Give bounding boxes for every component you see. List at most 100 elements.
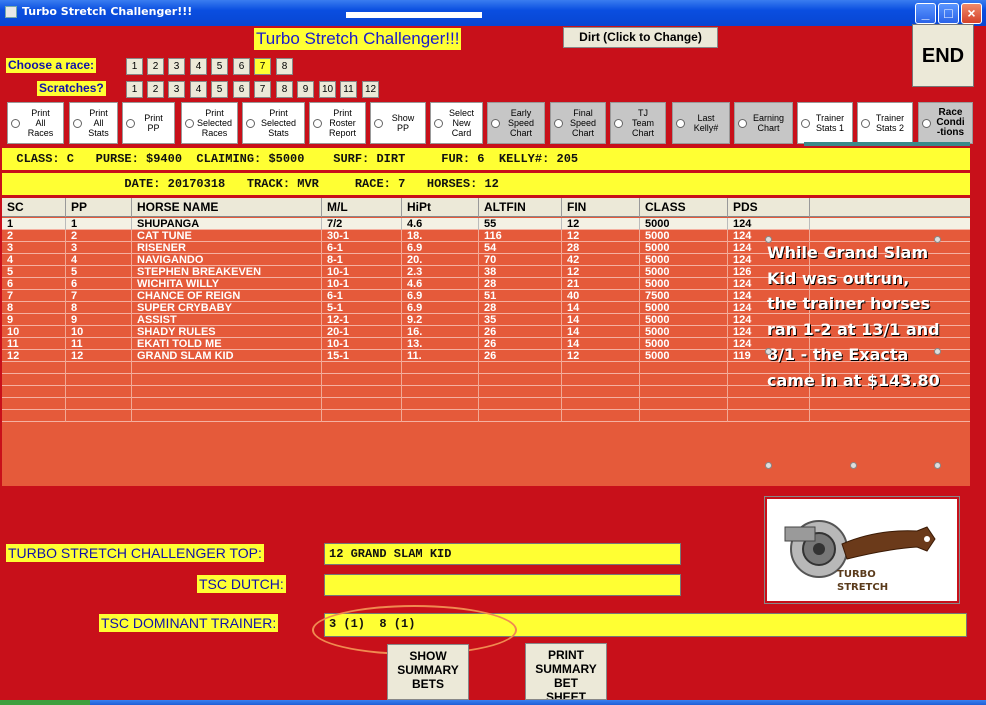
- resize-handle[interactable]: [765, 236, 772, 243]
- option-print-selected-races[interactable]: Print Selected Races: [181, 102, 238, 144]
- scratch-button-4[interactable]: 4: [190, 81, 207, 98]
- app-heading: Turbo Stretch Challenger!!!: [254, 28, 462, 50]
- end-button[interactable]: END: [912, 24, 974, 87]
- radio-icon[interactable]: [11, 119, 20, 128]
- table-cell-m-l: 15-1: [322, 350, 402, 362]
- resize-handle[interactable]: [934, 462, 941, 469]
- radio-icon[interactable]: [313, 119, 322, 128]
- table-cell-sc: 7: [2, 290, 66, 302]
- resize-handle[interactable]: [850, 462, 857, 469]
- race-button-4[interactable]: 4: [190, 58, 207, 75]
- table-cell-altfin: 35: [479, 314, 562, 326]
- race-button-8[interactable]: 8: [276, 58, 293, 75]
- scratch-button-8[interactable]: 8: [276, 81, 293, 98]
- scratch-button-5[interactable]: 5: [211, 81, 228, 98]
- scratch-button-3[interactable]: 3: [168, 81, 185, 98]
- option-race-condi-tions[interactable]: Race Condi -tions: [918, 102, 973, 144]
- close-icon[interactable]: ×: [961, 3, 982, 24]
- option-label: Final Speed Chart: [569, 108, 597, 138]
- table-cell-altfin: 55: [479, 218, 562, 230]
- radio-icon[interactable]: [554, 119, 563, 128]
- race-button-6[interactable]: 6: [233, 58, 250, 75]
- table-cell-fin: 12: [562, 218, 640, 230]
- race-button-2[interactable]: 2: [147, 58, 164, 75]
- table-cell-pp: 5: [66, 266, 132, 278]
- show-summary-bets-button[interactable]: SHOW SUMMARY BETS: [387, 644, 469, 700]
- option-select-new-card[interactable]: Select New Card: [430, 102, 483, 144]
- scratch-button-1[interactable]: 1: [126, 81, 143, 98]
- radio-icon[interactable]: [614, 119, 623, 128]
- option-earning-chart[interactable]: Earning Chart: [734, 102, 793, 144]
- race-button-1[interactable]: 1: [126, 58, 143, 75]
- resize-handle[interactable]: [765, 462, 772, 469]
- option-show-pp[interactable]: Show PP: [370, 102, 426, 144]
- option-trainer-stats-2[interactable]: Trainer Stats 2: [857, 102, 913, 144]
- minimize-icon[interactable]: _: [915, 3, 936, 24]
- option-trainer-stats-1[interactable]: Trainer Stats 1: [797, 102, 853, 144]
- table-row[interactable]: 1 1 SHUPANGA 7/2 4.6 55 12 5000 124: [2, 218, 970, 230]
- radio-icon[interactable]: [374, 119, 383, 128]
- option-early-speed-chart[interactable]: Early Speed Chart: [487, 102, 545, 144]
- column-header-sc[interactable]: SC: [2, 198, 66, 217]
- option-print-selected-stats[interactable]: Print Selected Stats: [242, 102, 305, 144]
- radio-icon[interactable]: [434, 119, 443, 128]
- radio-icon[interactable]: [676, 119, 685, 128]
- radio-icon[interactable]: [246, 119, 255, 128]
- column-header-fin[interactable]: FIN: [562, 198, 640, 217]
- table-cell-class: 5000: [640, 338, 728, 350]
- scratch-button-9[interactable]: 9: [297, 81, 314, 98]
- radio-icon[interactable]: [738, 119, 747, 128]
- scratch-button-12[interactable]: 12: [362, 81, 379, 98]
- print-summary-bet-sheet-button[interactable]: PRINT SUMMARY BET SHEET: [525, 643, 607, 700]
- table-cell-fin: 14: [562, 302, 640, 314]
- radio-icon[interactable]: [922, 119, 931, 128]
- table-cell-fin: 28: [562, 242, 640, 254]
- table-cell-fin: 12: [562, 350, 640, 362]
- resize-handle[interactable]: [934, 348, 941, 355]
- scratch-button-10[interactable]: 10: [319, 81, 336, 98]
- table-cell-altfin: 54: [479, 242, 562, 254]
- radio-icon[interactable]: [491, 119, 500, 128]
- option-print-roster-report[interactable]: Print Roster Report: [309, 102, 366, 144]
- radio-icon[interactable]: [185, 119, 194, 128]
- table-cell-pp: [66, 410, 132, 422]
- column-header-m-l[interactable]: M/L: [322, 198, 402, 217]
- radio-icon[interactable]: [126, 119, 135, 128]
- resize-handle[interactable]: [765, 348, 772, 355]
- race-button-7[interactable]: 7: [254, 58, 271, 75]
- option-final-speed-chart[interactable]: Final Speed Chart: [550, 102, 606, 144]
- app-icon[interactable]: [5, 6, 17, 18]
- surface-toggle-button[interactable]: Dirt (Click to Change): [563, 27, 718, 48]
- scratch-button-7[interactable]: 7: [254, 81, 271, 98]
- column-header-hipt[interactable]: HiPt: [402, 198, 479, 217]
- option-label: Trainer Stats 1: [815, 113, 845, 133]
- option-print-all-stats[interactable]: Print All Stats: [69, 102, 118, 144]
- scratch-button-11[interactable]: 11: [340, 81, 357, 98]
- option-print-pp[interactable]: Print PP: [122, 102, 175, 144]
- race-button-3[interactable]: 3: [168, 58, 185, 75]
- race-button-5[interactable]: 5: [211, 58, 228, 75]
- radio-icon[interactable]: [861, 119, 870, 128]
- column-header-altfin[interactable]: ALTFIN: [479, 198, 562, 217]
- resize-handle[interactable]: [934, 236, 941, 243]
- option-print-all-races[interactable]: Print All Races: [7, 102, 64, 144]
- radio-icon[interactable]: [801, 119, 810, 128]
- tsc-top-field[interactable]: 12 GRAND SLAM KID: [324, 543, 681, 565]
- radio-icon[interactable]: [73, 119, 82, 128]
- column-header-class[interactable]: CLASS: [640, 198, 728, 217]
- scratch-button-6[interactable]: 6: [233, 81, 250, 98]
- start-button[interactable]: [0, 700, 90, 705]
- tsc-dutch-field[interactable]: [324, 574, 681, 596]
- table-cell-m-l: [322, 410, 402, 422]
- table-cell-hipt: 4.6: [402, 218, 479, 230]
- option-last-kelly[interactable]: Last Kelly#: [672, 102, 730, 144]
- table-cell-sc: [2, 362, 66, 374]
- column-header-horse-name[interactable]: HORSE NAME: [132, 198, 322, 217]
- option-tj-team-chart[interactable]: TJ Team Chart: [610, 102, 666, 144]
- column-header-pp[interactable]: PP: [66, 198, 132, 217]
- table-cell-horse-name: [132, 386, 322, 398]
- scratch-button-2[interactable]: 2: [147, 81, 164, 98]
- table-cell-horse-name: EKATI TOLD ME: [132, 338, 322, 350]
- column-header-pds[interactable]: PDS: [728, 198, 810, 217]
- maximize-icon[interactable]: □: [938, 3, 959, 24]
